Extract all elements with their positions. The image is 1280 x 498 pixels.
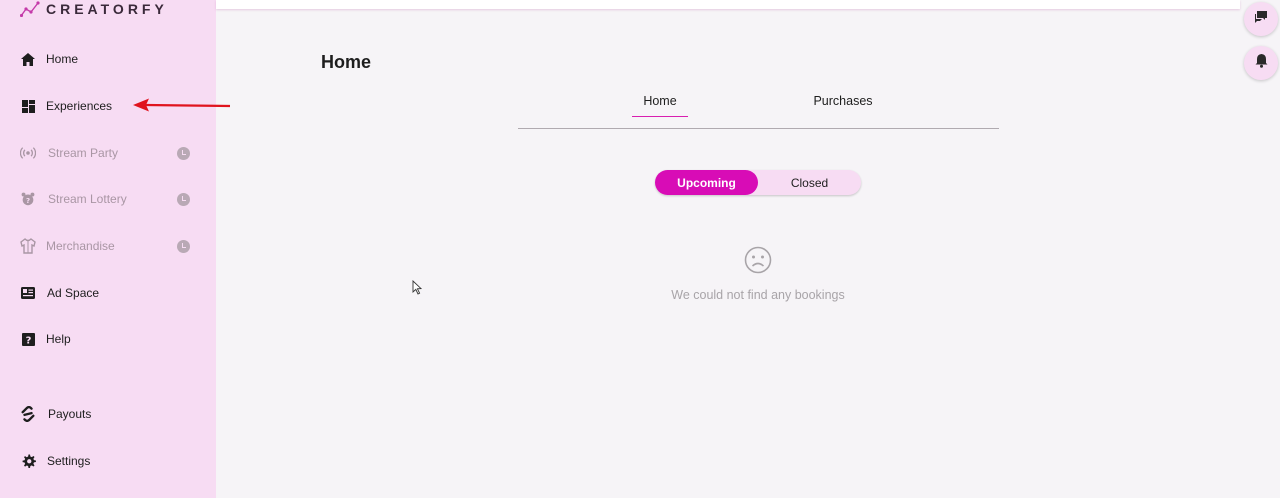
sidebar-item-help[interactable]: ? Help [20, 327, 196, 351]
sidebar-item-label: Merchandise [46, 239, 115, 253]
sidebar-item-label: Payouts [48, 407, 92, 421]
sidebar: CREATORFY Home Experiences Stream Party … [0, 0, 216, 498]
help-icon: ? [20, 331, 36, 347]
sidebar-item-label: Help [46, 332, 71, 346]
brand-name: CREATORFY [46, 1, 168, 17]
mouse-cursor-icon [412, 280, 423, 295]
chat-button[interactable] [1244, 2, 1278, 36]
chat-icon [1254, 10, 1268, 28]
lottery-icon: ? [20, 191, 36, 207]
svg-text:?: ? [26, 196, 30, 205]
gear-icon [20, 453, 36, 469]
tab-home[interactable]: Home [632, 90, 688, 117]
sidebar-item-stream-party[interactable]: Stream Party [20, 141, 196, 165]
sidebar-item-label: Home [46, 52, 79, 66]
home-icon [20, 51, 36, 67]
sidebar-item-merchandise[interactable]: Merchandise [20, 234, 196, 258]
sidebar-item-label: Stream Lottery [48, 192, 127, 206]
page-title: Home [321, 52, 372, 72]
tab-bar: Home Purchases [518, 90, 999, 129]
clock-icon [177, 240, 190, 253]
upcoming-button[interactable]: Upcoming [655, 170, 758, 195]
sad-face-icon [744, 246, 772, 274]
broadcast-icon [20, 145, 36, 161]
payouts-icon [20, 406, 36, 422]
sidebar-item-settings[interactable]: Settings [20, 449, 196, 473]
clock-icon [177, 193, 190, 206]
tab-purchases[interactable]: Purchases [808, 90, 878, 117]
sidebar-item-home[interactable]: Home [20, 47, 196, 71]
sidebar-item-ad-space[interactable]: Ad Space [20, 281, 196, 305]
sidebar-item-label: Settings [47, 454, 91, 468]
dashboard-icon [20, 98, 36, 114]
closed-button[interactable]: Closed [758, 170, 861, 195]
booking-status-toggle: Upcoming Closed [655, 170, 861, 195]
svg-text:?: ? [25, 335, 31, 346]
brand-logo[interactable]: CREATORFY [20, 1, 168, 17]
annotation-arrow-icon [133, 98, 231, 112]
top-bar [216, 0, 1240, 9]
notifications-button[interactable] [1244, 46, 1278, 80]
clock-icon [177, 147, 190, 160]
newspaper-icon [20, 285, 36, 301]
bell-icon [1255, 53, 1268, 73]
sidebar-item-payouts[interactable]: Payouts [20, 402, 196, 426]
logo-mark-icon [20, 1, 40, 17]
sidebar-item-stream-lottery[interactable]: ? Stream Lottery [20, 187, 196, 211]
sidebar-item-label: Experiences [46, 99, 113, 113]
shirt-icon [20, 238, 36, 254]
sidebar-item-label: Stream Party [48, 146, 119, 160]
empty-state-message: We could not find any bookings [671, 288, 845, 302]
sidebar-item-label: Ad Space [47, 286, 100, 300]
